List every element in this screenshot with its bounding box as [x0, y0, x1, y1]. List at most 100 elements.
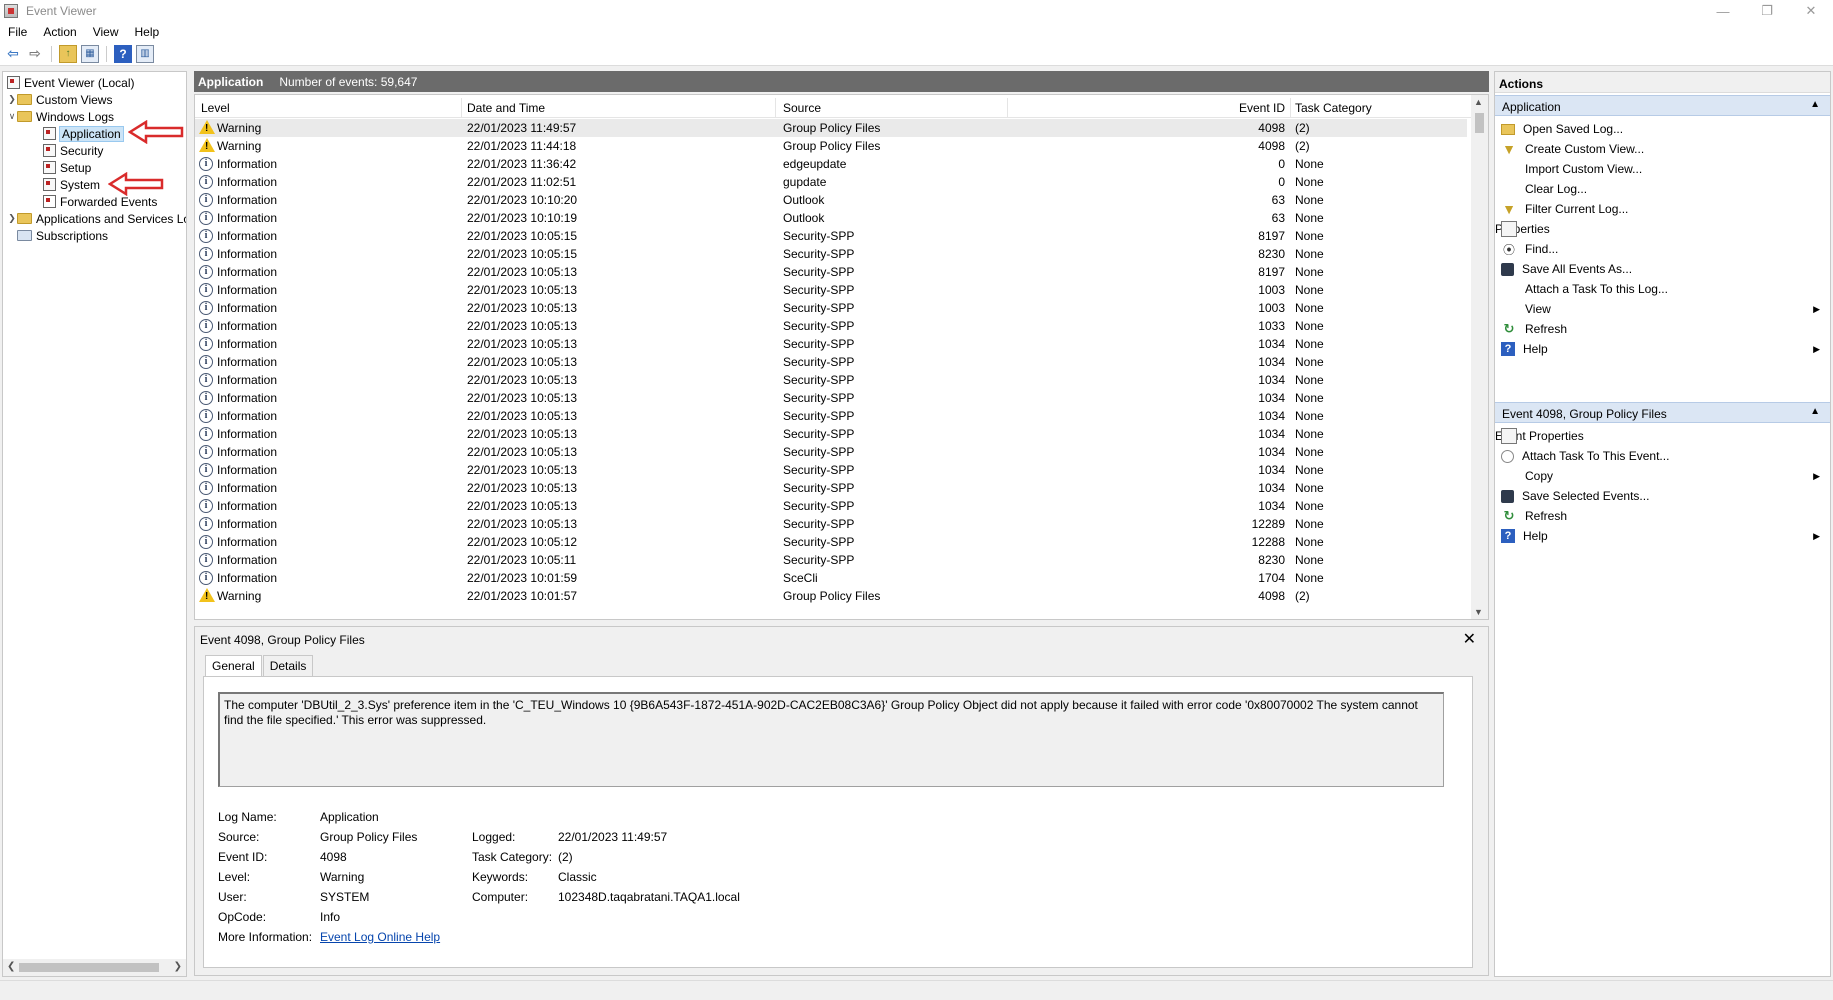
action-find[interactable]: ⦿ Find...	[1495, 238, 1830, 260]
actions-section-event[interactable]: Event 4098, Group Policy Files ▲	[1495, 402, 1830, 423]
action-refresh[interactable]: ↻ Refresh	[1495, 505, 1830, 527]
event-description[interactable]: The computer 'DBUtil_2_3.Sys' preference…	[218, 692, 1444, 787]
column-date-time[interactable]: Date and Time	[467, 101, 545, 115]
scroll-up-icon[interactable]: ▲	[1474, 97, 1483, 107]
collapse-up-icon[interactable]: ▲	[1810, 99, 1820, 110]
action-save-selected-events[interactable]: Save Selected Events...	[1495, 485, 1830, 507]
table-row[interactable]: i Information 22/01/2023 10:05:12 Security-…	[195, 533, 1467, 551]
tree-log-system[interactable]: System	[43, 176, 100, 193]
chevron-right-icon[interactable]: ❯	[7, 94, 17, 105]
tree-horizontal-scrollbar[interactable]: ❮ ❯	[3, 959, 186, 976]
console-tree[interactable]: Event Viewer (Local) ❯ Custom Views ∨ Wi…	[2, 71, 187, 977]
forward-arrow-icon[interactable]: ⇨	[26, 45, 44, 63]
cell-task-category: None	[1295, 571, 1324, 585]
table-row[interactable]: Warning 22/01/2023 10:01:57 Group Policy F…	[195, 587, 1467, 605]
detail-tabs: General Details	[205, 655, 314, 677]
tree-app-services-logs[interactable]: ❯ Applications and Services Lo	[7, 210, 186, 227]
tree-log-application[interactable]: Application	[43, 125, 124, 142]
tree-windows-logs[interactable]: ∨ Windows Logs	[7, 108, 114, 125]
scrollbar-thumb[interactable]	[1475, 113, 1484, 133]
event-list-vertical-scrollbar[interactable]: ▲ ▼	[1471, 95, 1488, 619]
table-row[interactable]: i Information 22/01/2023 10:05:13 Security-…	[195, 263, 1467, 281]
table-row[interactable]: i Information 22/01/2023 10:10:20 Outlook 63…	[195, 191, 1467, 209]
help-icon[interactable]: ?	[114, 44, 132, 63]
tab-general[interactable]: General	[205, 655, 262, 677]
action-attach-task-to-this-event[interactable]: Attach Task To This Event...	[1495, 445, 1830, 467]
tree-custom-views[interactable]: ❯ Custom Views	[7, 91, 112, 108]
scroll-left-icon[interactable]: ❮	[7, 961, 15, 972]
close-window-button[interactable]: ✕	[1789, 0, 1833, 22]
table-row[interactable]: i Information 22/01/2023 11:36:42 edgeupdat…	[195, 155, 1467, 173]
table-row[interactable]: i Information 22/01/2023 11:02:51 gupdate 0 N…	[195, 173, 1467, 191]
tree-log-setup[interactable]: Setup	[43, 159, 91, 176]
tree-root[interactable]: Event Viewer (Local)	[7, 74, 135, 91]
table-row[interactable]: i Information 22/01/2023 10:05:15 Security-…	[195, 245, 1467, 263]
action-open-saved-log[interactable]: Open Saved Log...	[1495, 118, 1830, 140]
table-row[interactable]: i Information 22/01/2023 10:05:13 Security-…	[195, 461, 1467, 479]
scroll-right-icon[interactable]: ❯	[174, 961, 182, 972]
table-row[interactable]: i Information 22/01/2023 10:05:13 Security-…	[195, 497, 1467, 515]
table-row[interactable]: i Information 22/01/2023 10:05:13 Security-…	[195, 515, 1467, 533]
table-row[interactable]: i Information 22/01/2023 10:05:13 Security-…	[195, 281, 1467, 299]
collapse-up-icon[interactable]: ▲	[1810, 406, 1820, 417]
table-row[interactable]: i Information 22/01/2023 10:05:13 Security-…	[195, 299, 1467, 317]
tree-subscriptions[interactable]: Subscriptions	[17, 227, 108, 244]
scrollbar-thumb[interactable]	[19, 963, 159, 972]
minimize-button[interactable]: —	[1701, 0, 1745, 22]
table-row[interactable]: i Information 22/01/2023 10:01:59 SceCli 170…	[195, 569, 1467, 587]
column-event-id[interactable]: Event ID	[1225, 101, 1285, 115]
table-row[interactable]: i Information 22/01/2023 10:05:13 Security-…	[195, 371, 1467, 389]
column-task-category[interactable]: Task Category	[1295, 101, 1372, 115]
cell-level: Information	[217, 265, 278, 279]
restore-button[interactable]: ❐	[1745, 0, 1789, 22]
menu-view[interactable]: View	[85, 25, 127, 39]
table-row[interactable]: i Information 22/01/2023 10:10:19 Outlook 63…	[195, 209, 1467, 227]
menu-file[interactable]: File	[0, 25, 35, 39]
table-row[interactable]: i Information 22/01/2023 10:05:13 Security-…	[195, 407, 1467, 425]
event-list[interactable]: Level Date and Time Source Event ID Task…	[194, 94, 1489, 620]
show-hide-console-tree-icon[interactable]: ▦	[81, 44, 99, 63]
up-folder-icon[interactable]: ↑	[59, 44, 77, 63]
action-import-custom-view[interactable]: Import Custom View...	[1495, 158, 1830, 180]
cell-source: Security-SPP	[783, 427, 855, 441]
column-level[interactable]: Level	[201, 101, 230, 115]
help-icon: ?	[1501, 529, 1515, 543]
properties-icon	[1501, 428, 1517, 444]
action-view[interactable]: View ▶	[1495, 298, 1830, 320]
menu-action[interactable]: Action	[35, 25, 84, 39]
action-properties[interactable]: Properties	[1495, 218, 1830, 240]
action-help[interactable]: ? Help ▶	[1495, 525, 1830, 547]
table-row[interactable]: i Information 22/01/2023 10:05:15 Security-…	[195, 227, 1467, 245]
action-attach-a-task-to-this-log[interactable]: Attach a Task To this Log...	[1495, 278, 1830, 300]
table-row[interactable]: i Information 22/01/2023 10:05:13 Security-…	[195, 335, 1467, 353]
action-help[interactable]: ? Help ▶	[1495, 338, 1830, 360]
table-row[interactable]: Warning 22/01/2023 11:49:57 Group Policy F…	[195, 119, 1467, 137]
table-row[interactable]: i Information 22/01/2023 10:05:13 Security-…	[195, 443, 1467, 461]
action-refresh[interactable]: ↻ Refresh	[1495, 318, 1830, 340]
action-copy[interactable]: Copy ▶	[1495, 465, 1830, 487]
action-save-all-events-as[interactable]: Save All Events As...	[1495, 258, 1830, 280]
tab-details[interactable]: Details	[262, 655, 314, 676]
table-row[interactable]: i Information 22/01/2023 10:05:13 Security-…	[195, 317, 1467, 335]
close-icon[interactable]: ✕	[1463, 629, 1476, 649]
table-row[interactable]: i Information 22/01/2023 10:05:13 Security-…	[195, 353, 1467, 371]
show-hide-action-pane-icon[interactable]: ▥	[136, 44, 154, 63]
actions-section-application[interactable]: Application ▲	[1495, 95, 1830, 116]
event-log-online-help-link[interactable]: Event Log Online Help	[320, 930, 440, 944]
chevron-down-icon[interactable]: ∨	[7, 111, 17, 122]
action-create-custom-view[interactable]: ▼ Create Custom View...	[1495, 138, 1830, 160]
column-source[interactable]: Source	[783, 101, 821, 115]
table-row[interactable]: i Information 22/01/2023 10:05:13 Security-…	[195, 389, 1467, 407]
action-clear-log[interactable]: Clear Log...	[1495, 178, 1830, 200]
table-row[interactable]: Warning 22/01/2023 11:44:18 Group Policy F…	[195, 137, 1467, 155]
table-row[interactable]: i Information 22/01/2023 10:05:13 Security-…	[195, 479, 1467, 497]
action-event-properties[interactable]: Event Properties	[1495, 425, 1830, 447]
scroll-down-icon[interactable]: ▼	[1474, 607, 1483, 617]
action-filter-current-log[interactable]: ▼ Filter Current Log...	[1495, 198, 1830, 220]
menu-help[interactable]: Help	[127, 25, 168, 39]
chevron-right-icon[interactable]: ❯	[7, 213, 17, 224]
table-row[interactable]: i Information 22/01/2023 10:05:13 Security-…	[195, 425, 1467, 443]
table-row[interactable]: i Information 22/01/2023 10:05:11 Security-…	[195, 551, 1467, 569]
back-arrow-icon[interactable]: ⇦	[4, 45, 22, 63]
tree-log-security[interactable]: Security	[43, 142, 103, 159]
